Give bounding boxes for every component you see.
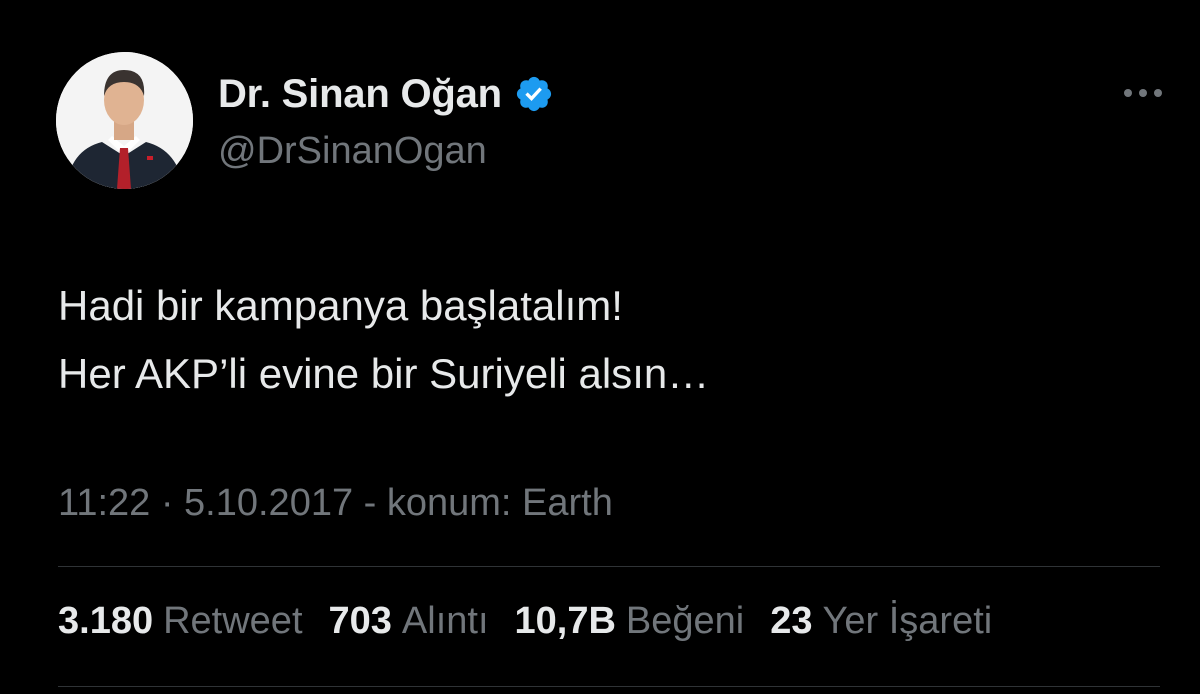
tweet-card: Dr. Sinan Oğan @DrSinanOgan Hadi bir kam… [0,0,1200,694]
stat-bookmarks[interactable]: 23 Yer İşareti [770,600,992,643]
divider [58,566,1160,567]
tweet-text-line: Hadi bir kampanya başlatalım! [58,282,623,329]
stat-retweets[interactable]: 3.180 Retweet [58,600,303,643]
tweet-text: Hadi bir kampanya başlatalım! Her AKP’li… [58,272,1158,408]
avatar-portrait-image [56,52,193,189]
stat-label: Beğeni [625,600,745,642]
more-horizontal-icon [1154,89,1162,97]
name-row: Dr. Sinan Oğan [218,70,554,118]
stat-label: Retweet [163,600,303,642]
stat-count: 23 [770,600,813,642]
stat-quotes[interactable]: 703 Alıntı [329,600,489,643]
more-horizontal-icon [1124,89,1132,97]
stat-label: Alıntı [401,600,489,642]
stat-likes[interactable]: 10,7B Beğeni [515,600,745,643]
tweet-text-line: Her AKP’li evine bir Suriyeli alsın… [58,350,710,397]
user-handle[interactable]: @DrSinanOgan [218,128,487,174]
tweet-timestamp-location[interactable]: 11:22 · 5.10.2017 - konum: Earth [58,478,613,528]
verified-badge-icon [514,74,554,114]
engagement-stats: 3.180 Retweet 703 Alıntı 10,7B Beğeni 23… [58,600,992,643]
display-name[interactable]: Dr. Sinan Oğan [218,70,502,118]
avatar[interactable] [56,52,193,189]
divider [58,686,1160,687]
more-options-button[interactable] [1116,76,1170,110]
stat-count: 703 [328,600,392,642]
stat-count: 3.180 [58,600,154,642]
stat-label: Yer İşareti [822,600,993,642]
more-horizontal-icon [1139,89,1147,97]
stat-count: 10,7B [514,600,616,642]
